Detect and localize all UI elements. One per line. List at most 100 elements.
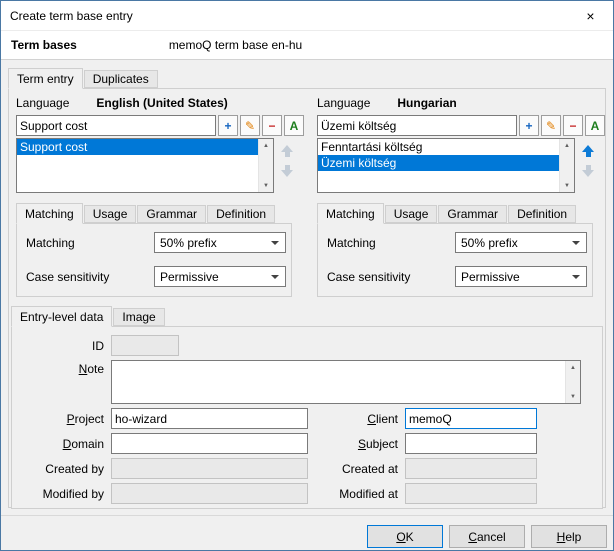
matching-value: 50% prefix [160, 236, 217, 250]
target-language-panel: Language Hungarian + ✎ − A Fenntartási k… [317, 95, 605, 297]
letter-a-icon: A [591, 120, 600, 132]
tab-grammar[interactable]: Grammar [137, 205, 206, 223]
source-term-list[interactable]: Support cost ▲ ▼ [16, 138, 274, 193]
tab-image[interactable]: Image [113, 308, 164, 326]
matching-row: Matching 50% prefix [318, 232, 592, 253]
scroll-up-icon[interactable]: ▲ [560, 139, 574, 152]
separator [1, 515, 613, 516]
case-sensitivity-row: Case sensitivity Permissive [318, 266, 592, 287]
case-sensitivity-label: Case sensitivity [318, 270, 455, 284]
matching-select[interactable]: 50% prefix [455, 232, 587, 253]
modified-at-label: Modified at [308, 487, 405, 501]
matching-select[interactable]: 50% prefix [154, 232, 286, 253]
tab-matching[interactable]: Matching [317, 203, 384, 224]
scroll-down-icon[interactable]: ▼ [566, 390, 580, 403]
source-language-header: Language English (United States) [16, 96, 304, 110]
modified-by-label: Modified by [12, 487, 111, 501]
move-term-down-button[interactable] [281, 165, 293, 177]
modified-by-field [111, 483, 308, 504]
tab-entry-level-data[interactable]: Entry-level data [11, 306, 112, 327]
scroll-up-icon[interactable]: ▲ [259, 139, 273, 152]
add-term-button[interactable]: + [519, 115, 539, 136]
created-by-label: Created by [12, 462, 111, 476]
matching-label: Matching [17, 236, 154, 250]
note-label: Note [12, 360, 111, 376]
list-scrollbar[interactable]: ▲ ▼ [559, 139, 574, 192]
up-arrow-stem [285, 152, 290, 157]
list-scrollbar[interactable]: ▲ ▼ [258, 139, 273, 192]
project-field[interactable] [111, 408, 308, 429]
dropdown-arrow-icon [572, 275, 580, 279]
tab-duplicates[interactable]: Duplicates [84, 70, 158, 88]
titlebar: Create term base entry × [1, 1, 613, 31]
tab-term-entry[interactable]: Term entry [8, 68, 83, 89]
up-arrow-icon [582, 145, 594, 152]
entry-level-page: ID Note ▲ ▼ Project Client [11, 326, 603, 509]
domain-label: Domain [12, 437, 111, 451]
cancel-button[interactable]: Cancel [449, 525, 525, 548]
case-format-button[interactable]: A [284, 115, 304, 136]
main-tabstrip: Term entry Duplicates [8, 67, 613, 88]
add-term-button[interactable]: + [218, 115, 238, 136]
language-panels: Language English (United States) + ✎ − A… [9, 89, 605, 297]
target-term-list[interactable]: Fenntartási költség Üzemi költség ▲ ▼ [317, 138, 575, 193]
note-row: Note ▲ ▼ [12, 360, 602, 404]
modified-at-field [405, 483, 537, 504]
target-term-input[interactable] [317, 115, 517, 136]
tab-grammar[interactable]: Grammar [438, 205, 507, 223]
pencil-icon: ✎ [245, 120, 255, 132]
scroll-up-icon[interactable]: ▲ [566, 361, 580, 374]
tab-matching[interactable]: Matching [16, 203, 83, 224]
note-scrollbar[interactable]: ▲ ▼ [565, 361, 580, 403]
remove-term-button[interactable]: − [262, 115, 282, 136]
language-label: Language [16, 96, 69, 110]
subject-field[interactable] [405, 433, 537, 454]
language-label: Language [317, 96, 370, 110]
create-term-base-entry-dialog: Create term base entry × Term bases memo… [0, 0, 614, 551]
down-arrow-icon [582, 170, 594, 177]
term-entry-page: Language English (United States) + ✎ − A… [8, 88, 606, 508]
minus-icon: − [569, 120, 576, 132]
help-button[interactable]: Help [531, 525, 607, 548]
remove-term-button[interactable]: − [563, 115, 583, 136]
case-sensitivity-select[interactable]: Permissive [154, 266, 286, 287]
source-term-input[interactable] [16, 115, 216, 136]
minus-icon: − [268, 120, 275, 132]
dropdown-arrow-icon [572, 241, 580, 245]
list-item[interactable]: Support cost [17, 139, 258, 155]
pencil-icon: ✎ [546, 120, 556, 132]
dropdown-arrow-icon [271, 241, 279, 245]
move-term-up-button[interactable] [281, 145, 293, 157]
client-field[interactable] [405, 408, 537, 429]
source-language-panel: Language English (United States) + ✎ − A… [16, 95, 304, 297]
case-sensitivity-select[interactable]: Permissive [455, 266, 587, 287]
plus-icon: + [224, 120, 231, 132]
move-term-up-button[interactable] [582, 145, 594, 157]
window-title: Create term base entry [1, 9, 568, 23]
matching-row: Matching 50% prefix [17, 232, 291, 253]
source-term-row: + ✎ − A [16, 115, 304, 136]
domain-field[interactable] [111, 433, 308, 454]
list-item[interactable]: Üzemi költség [318, 155, 559, 171]
plus-icon: + [525, 120, 532, 132]
term-bases-header: Term bases memoQ term base en-hu [1, 31, 613, 60]
scroll-down-icon[interactable]: ▼ [259, 179, 273, 192]
edit-term-button[interactable]: ✎ [240, 115, 260, 136]
up-arrow-icon [281, 145, 293, 152]
note-field[interactable]: ▲ ▼ [111, 360, 581, 404]
tab-definition[interactable]: Definition [207, 205, 275, 223]
tab-usage[interactable]: Usage [385, 205, 438, 223]
target-language-name: Hungarian [397, 96, 456, 110]
case-format-button[interactable]: A [585, 115, 605, 136]
target-language-header: Language Hungarian [317, 96, 605, 110]
tab-definition[interactable]: Definition [508, 205, 576, 223]
entry-tabstrip: Entry-level data Image [11, 305, 603, 326]
edit-term-button[interactable]: ✎ [541, 115, 561, 136]
subject-label: Subject [308, 437, 405, 451]
scroll-down-icon[interactable]: ▼ [560, 179, 574, 192]
close-button[interactable]: × [568, 1, 613, 30]
ok-button[interactable]: OK [367, 525, 443, 548]
tab-usage[interactable]: Usage [84, 205, 137, 223]
list-item[interactable]: Fenntartási költség [318, 139, 559, 155]
move-term-down-button[interactable] [582, 165, 594, 177]
